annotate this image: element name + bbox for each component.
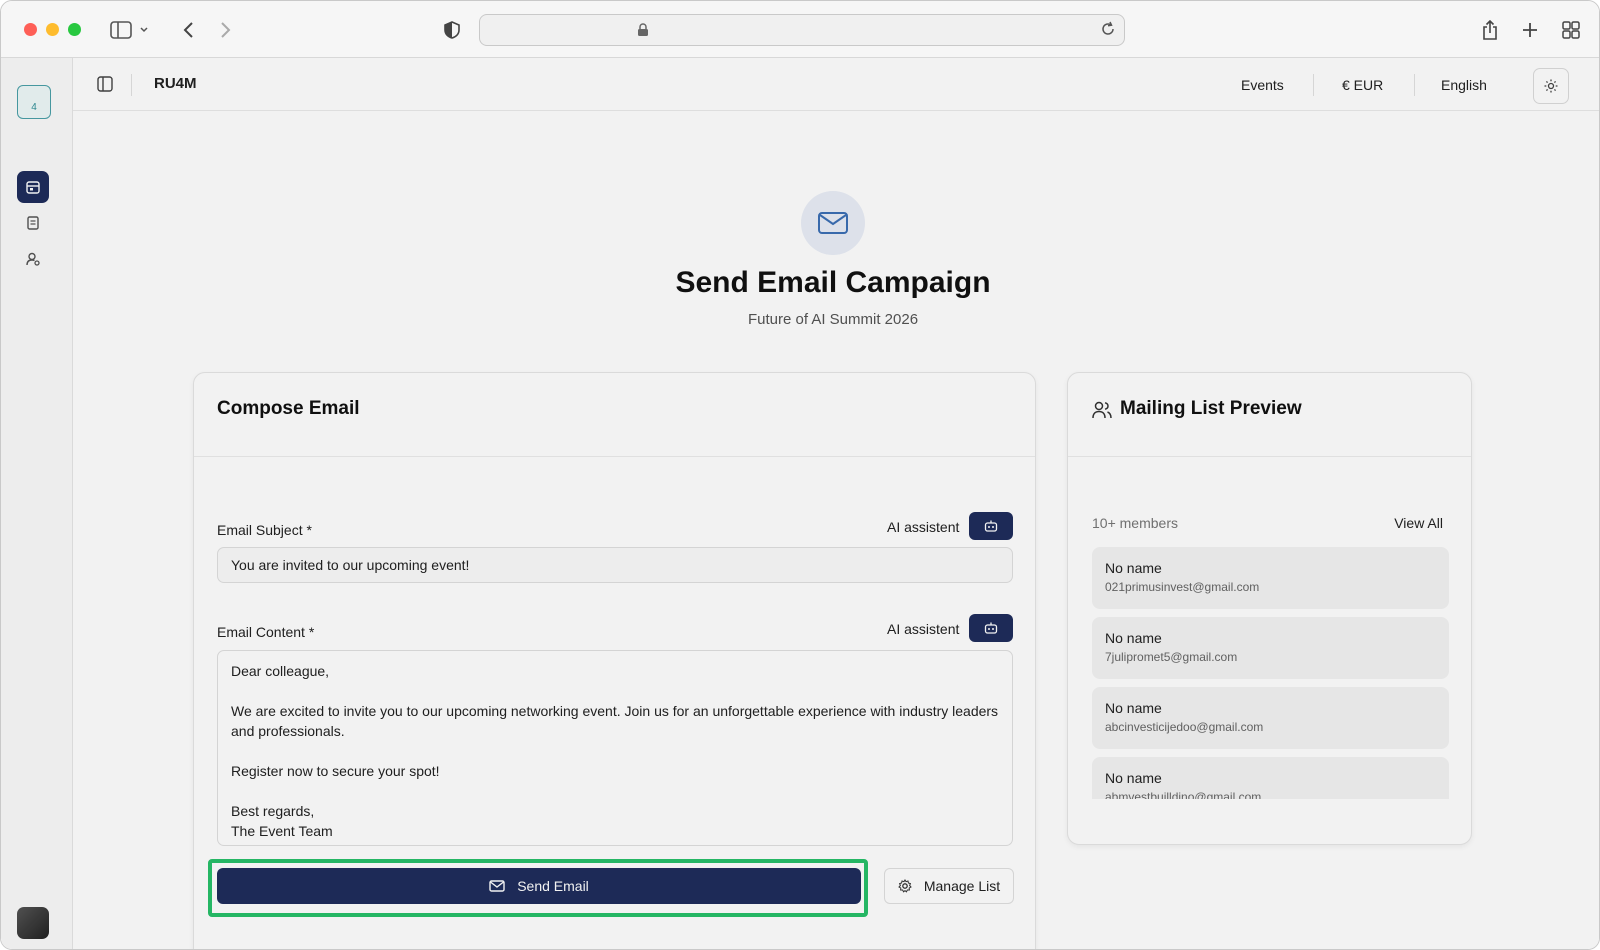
email-subject-label: Email Subject * — [217, 522, 312, 538]
sidebar-item-orders[interactable] — [17, 207, 49, 239]
ai-assistant-label: AI assistent — [887, 519, 960, 535]
mail-icon — [489, 880, 505, 892]
app-content: 4 RU4M Events € EUR English Send Email C… — [1, 58, 1599, 949]
page-title: Send Email Campaign — [675, 266, 991, 299]
email-content-label: Email Content * — [217, 624, 315, 640]
email-subject-input[interactable]: You are invited to our upcoming event! — [217, 547, 1013, 583]
sidebar-item-events[interactable] — [17, 171, 49, 203]
ai-assistant-subject-button[interactable] — [969, 512, 1013, 540]
content-line: Dear colleague, — [231, 663, 330, 679]
header-divider — [131, 74, 132, 96]
tab-overview-icon[interactable] — [1558, 17, 1584, 43]
calendar-icon — [26, 181, 40, 194]
language-selector[interactable]: English — [1441, 77, 1487, 93]
member-email: abcinvesticijedoo@gmail.com — [1105, 720, 1264, 734]
robot-icon — [984, 520, 998, 532]
mailing-card-header: Mailing List Preview — [1068, 373, 1471, 457]
maximize-window-button[interactable] — [68, 23, 81, 36]
member-email: abmvestbuilldino@gmail.com — [1105, 790, 1262, 799]
close-window-button[interactable] — [24, 23, 37, 36]
mail-hero-icon — [801, 191, 865, 255]
member-email: 7julipromet5@gmail.com — [1105, 650, 1238, 664]
view-all-link[interactable]: View All — [1394, 515, 1443, 531]
robot-icon — [984, 622, 998, 634]
member-name: No name — [1105, 560, 1162, 576]
panel-toggle-icon[interactable] — [97, 76, 113, 97]
app-sidebar: 4 — [1, 58, 73, 949]
compose-card-header: Compose Email — [194, 373, 1035, 457]
member-name: No name — [1105, 700, 1162, 716]
mailing-list-card: Mailing List Preview 10+ members View Al… — [1067, 372, 1472, 845]
nav-events[interactable]: Events — [1241, 77, 1284, 93]
reload-icon[interactable] — [1100, 21, 1116, 42]
lock-icon — [637, 23, 649, 42]
browser-toolbar — [1, 1, 1599, 58]
chevron-down-icon[interactable] — [137, 17, 151, 43]
member-item[interactable]: No name abcinvesticijedoo@gmail.com — [1092, 687, 1449, 749]
minimize-window-button[interactable] — [46, 23, 59, 36]
compose-card-title: Compose Email — [217, 398, 360, 419]
member-list: No name 021primusinvest@gmail.com No nam… — [1092, 547, 1449, 799]
sun-icon — [1544, 79, 1558, 93]
nav-separator — [1414, 74, 1415, 96]
content-line: Register now to secure your spot! — [231, 763, 440, 779]
send-email-button[interactable]: Send Email — [217, 868, 861, 904]
brand-name[interactable]: RU4M — [154, 75, 197, 92]
nav-separator — [1313, 74, 1314, 96]
user-settings-icon — [26, 252, 40, 266]
share-icon[interactable] — [1477, 17, 1503, 43]
back-icon[interactable] — [175, 17, 201, 43]
currency-selector[interactable]: € EUR — [1342, 77, 1383, 93]
members-count: 10+ members — [1092, 515, 1178, 531]
send-email-label: Send Email — [517, 878, 589, 894]
ai-assistant-content-button[interactable] — [969, 614, 1013, 642]
sidebar-toggle-icon[interactable] — [108, 17, 134, 43]
content-line: The Event Team — [231, 823, 333, 839]
member-name: No name — [1105, 770, 1162, 786]
member-item[interactable]: No name 7julipromet5@gmail.com — [1092, 617, 1449, 679]
gear-icon — [898, 879, 912, 893]
theme-toggle-button[interactable] — [1533, 68, 1569, 104]
ai-assistant-label: AI assistent — [887, 621, 960, 637]
user-avatar[interactable] — [17, 907, 49, 939]
manage-list-label: Manage List — [923, 878, 1001, 894]
url-bar[interactable] — [479, 14, 1125, 46]
users-icon — [1092, 401, 1112, 424]
compose-email-card: Compose Email Email Subject * AI assiste… — [193, 372, 1036, 949]
content-line: Best regards, — [231, 803, 315, 819]
content-line: We are excited to invite you to our upco… — [231, 703, 999, 739]
app-logo[interactable]: 4 — [17, 85, 51, 119]
new-tab-icon[interactable] — [1517, 17, 1543, 43]
browser-window: 4 RU4M Events € EUR English Send Email C… — [0, 0, 1600, 950]
email-content-textarea[interactable]: Dear colleague, We are excited to invite… — [217, 650, 1013, 846]
receipt-icon — [27, 216, 39, 230]
app-header: RU4M Events € EUR English — [73, 58, 1599, 111]
logo-text: 4 — [31, 102, 37, 113]
member-name: No name — [1105, 630, 1162, 646]
page-subtitle: Future of AI Summit 2026 — [747, 311, 919, 328]
member-item[interactable]: No name abmvestbuilldino@gmail.com — [1092, 757, 1449, 799]
member-item[interactable]: No name 021primusinvest@gmail.com — [1092, 547, 1449, 609]
manage-list-button[interactable]: Manage List — [884, 868, 1014, 904]
shield-icon[interactable] — [439, 17, 465, 43]
member-email: 021primusinvest@gmail.com — [1105, 580, 1260, 594]
mailing-card-title: Mailing List Preview — [1120, 398, 1302, 419]
forward-icon[interactable] — [213, 17, 239, 43]
